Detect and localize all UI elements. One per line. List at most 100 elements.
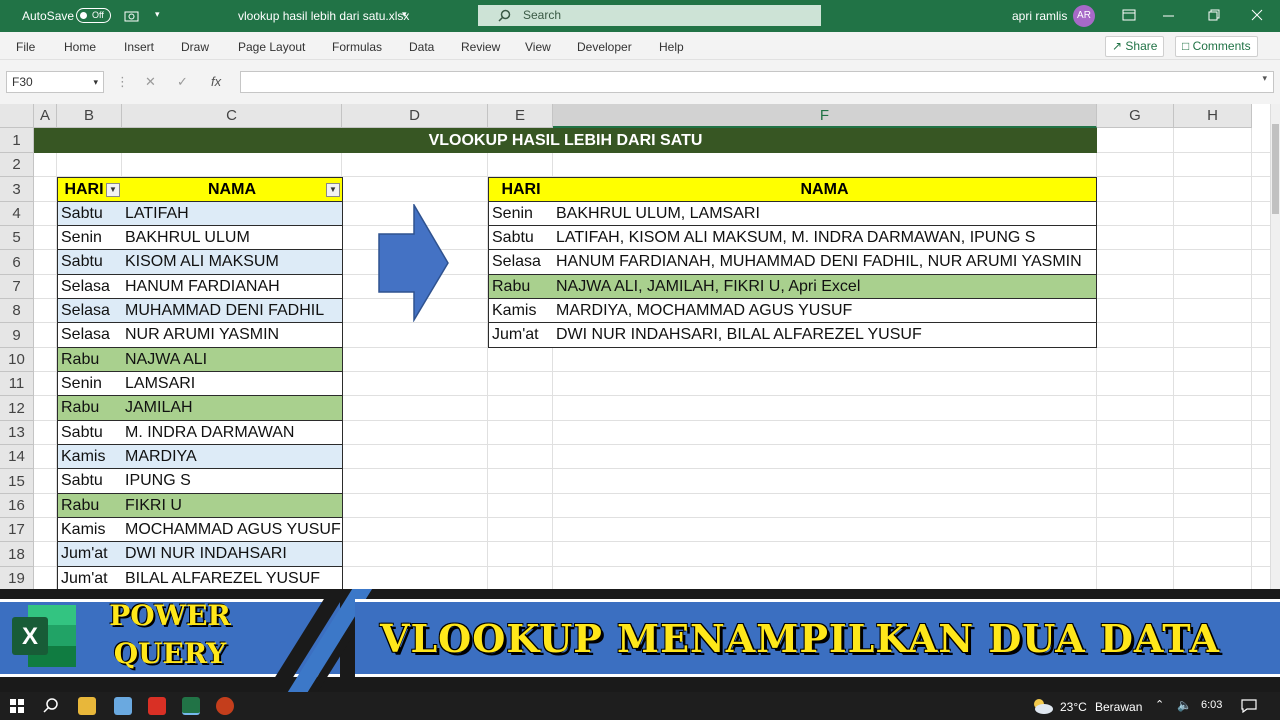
search-box[interactable]: Search: [478, 5, 821, 26]
search-icon[interactable]: [43, 698, 59, 714]
autosave-toggle[interactable]: Off: [76, 8, 111, 23]
tab-home[interactable]: Home: [64, 40, 96, 54]
chevron-down-icon[interactable]: ▾: [402, 9, 407, 20]
row-header[interactable]: 5: [0, 226, 34, 250]
row-header[interactable]: 7: [0, 275, 34, 299]
row-header[interactable]: 10: [0, 348, 34, 372]
row-header[interactable]: 1: [0, 128, 34, 153]
filter-dropdown-icon[interactable]: ▼: [326, 183, 340, 197]
left-table-hari-cell[interactable]: Kamis: [57, 518, 123, 542]
left-table-hari-cell[interactable]: Selasa: [57, 299, 123, 323]
left-table-hari-cell[interactable]: Sabtu: [57, 250, 123, 275]
left-table-hari-cell[interactable]: Sabtu: [57, 421, 123, 445]
windows-start-icon[interactable]: [10, 699, 24, 713]
ribbon-display-icon[interactable]: [1122, 9, 1136, 21]
left-table-nama-cell[interactable]: HANUM FARDIANAH: [122, 275, 343, 299]
excel-taskbar-icon[interactable]: [182, 697, 200, 715]
row-header[interactable]: 19: [0, 567, 34, 589]
pdf-reader-icon[interactable]: [148, 697, 166, 715]
minimize-icon[interactable]: [1163, 15, 1174, 17]
vertical-scrollbar[interactable]: [1270, 104, 1280, 589]
left-table-nama-cell[interactable]: BAKHRUL ULUM: [122, 226, 343, 250]
left-table-hari-cell[interactable]: Senin: [57, 372, 123, 396]
tab-review[interactable]: Review: [461, 40, 500, 54]
right-table-nama-cell[interactable]: HANUM FARDIANAH, MUHAMMAD DENI FADHIL, N…: [553, 250, 1097, 275]
row-header[interactable]: 18: [0, 542, 34, 567]
right-table-hari-cell[interactable]: Sabtu: [488, 226, 554, 250]
chevron-up-icon[interactable]: ⌃: [1155, 698, 1164, 711]
row-header[interactable]: 15: [0, 469, 34, 494]
clock-time[interactable]: 6:03: [1201, 699, 1222, 711]
weather-temp[interactable]: 23°C: [1060, 700, 1087, 714]
filter-dropdown-icon[interactable]: ▼: [106, 183, 120, 197]
notification-icon[interactable]: [1241, 699, 1257, 713]
left-table-nama-cell[interactable]: BILAL ALFAREZEL YUSUF: [122, 567, 343, 589]
tab-page-layout[interactable]: Page Layout: [238, 40, 305, 54]
cancel-icon[interactable]: ✕: [145, 74, 156, 90]
notepad-icon[interactable]: [114, 697, 132, 715]
tab-insert[interactable]: Insert: [124, 40, 154, 54]
right-header-nama[interactable]: NAMA: [553, 177, 1097, 202]
column-header-c[interactable]: C: [122, 104, 342, 128]
right-table-hari-cell[interactable]: Jum'at: [488, 323, 554, 348]
left-table-nama-cell[interactable]: JAMILAH: [122, 396, 343, 421]
powerpoint-icon[interactable]: [216, 697, 234, 715]
left-table-hari-cell[interactable]: Selasa: [57, 275, 123, 299]
left-table-nama-cell[interactable]: LATIFAH: [122, 202, 343, 226]
column-header-e[interactable]: E: [488, 104, 553, 128]
insert-function-icon[interactable]: fx: [211, 74, 221, 89]
row-header[interactable]: 12: [0, 396, 34, 421]
left-table-hari-cell[interactable]: Kamis: [57, 445, 123, 469]
left-header-hari[interactable]: HARI ▼: [57, 177, 123, 202]
left-table-hari-cell[interactable]: Rabu: [57, 348, 123, 372]
left-table-hari-cell[interactable]: Jum'at: [57, 567, 123, 589]
tab-help[interactable]: Help: [659, 40, 684, 54]
weather-desc[interactable]: Berawan: [1095, 700, 1142, 714]
file-explorer-icon[interactable]: [78, 697, 96, 715]
left-table-hari-cell[interactable]: Rabu: [57, 396, 123, 421]
tab-developer[interactable]: Developer: [577, 40, 632, 54]
speaker-icon[interactable]: 🔈: [1177, 698, 1192, 712]
share-button[interactable]: ↗ Share: [1105, 36, 1165, 57]
expand-formula-icon[interactable]: ▾: [1262, 73, 1267, 84]
avatar[interactable]: AR: [1073, 5, 1095, 27]
right-header-hari[interactable]: HARI: [488, 177, 554, 202]
tab-file[interactable]: File: [16, 40, 35, 54]
left-table-nama-cell[interactable]: KISOM ALI MAKSUM: [122, 250, 343, 275]
formula-input[interactable]: ▾: [240, 71, 1274, 93]
row-header[interactable]: 8: [0, 299, 34, 323]
tab-formulas[interactable]: Formulas: [332, 40, 382, 54]
right-table-hari-cell[interactable]: Senin: [488, 202, 554, 226]
left-table-nama-cell[interactable]: FIKRI U: [122, 494, 343, 518]
tab-data[interactable]: Data: [409, 40, 434, 54]
scrollbar-thumb[interactable]: [1272, 124, 1279, 214]
left-table-nama-cell[interactable]: NAJWA ALI: [122, 348, 343, 372]
tab-view[interactable]: View: [525, 40, 551, 54]
arrow-right-shape[interactable]: [378, 204, 450, 322]
row-header[interactable]: 17: [0, 518, 34, 542]
row-header[interactable]: 13: [0, 421, 34, 445]
column-header-d[interactable]: D: [342, 104, 488, 128]
column-header-f[interactable]: F: [553, 104, 1097, 128]
restore-icon[interactable]: [1208, 9, 1220, 21]
left-table-hari-cell[interactable]: Sabtu: [57, 202, 123, 226]
left-table-hari-cell[interactable]: Selasa: [57, 323, 123, 348]
left-table-nama-cell[interactable]: MARDIYA: [122, 445, 343, 469]
close-icon[interactable]: [1251, 9, 1263, 21]
left-table-hari-cell[interactable]: Jum'at: [57, 542, 123, 567]
right-table-nama-cell[interactable]: NAJWA ALI, JAMILAH, FIKRI U, Apri Excel: [553, 275, 1097, 299]
name-box[interactable]: F30 ▾: [6, 71, 104, 93]
left-table-nama-cell[interactable]: MOCHAMMAD AGUS YUSUF: [122, 518, 343, 542]
row-header[interactable]: 6: [0, 250, 34, 275]
column-header-b[interactable]: B: [57, 104, 122, 128]
right-table-nama-cell[interactable]: MARDIYA, MOCHAMMAD AGUS YUSUF: [553, 299, 1097, 323]
camera-icon[interactable]: [124, 9, 139, 22]
right-table-hari-cell[interactable]: Rabu: [488, 275, 554, 299]
worksheet-grid[interactable]: ABCDEFGH 1 2 3 4 5 6 7 8 9 10 11 12 13 14 15 16 17 18 19 V…: [0, 104, 1270, 589]
tab-draw[interactable]: Draw: [181, 40, 209, 54]
left-table-hari-cell[interactable]: Senin: [57, 226, 123, 250]
row-header[interactable]: 3: [0, 177, 34, 202]
left-table-nama-cell[interactable]: NUR ARUMI YASMIN: [122, 323, 343, 348]
left-header-nama[interactable]: NAMA ▼: [122, 177, 343, 202]
row-header[interactable]: 9: [0, 323, 34, 348]
